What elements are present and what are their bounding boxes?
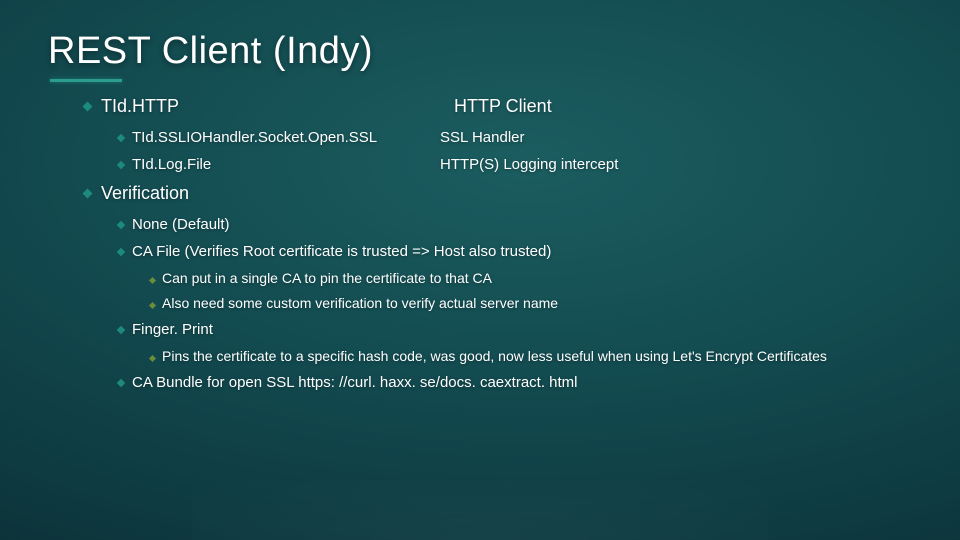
item-desc: HTTP Client	[454, 96, 912, 117]
list-item: Pins the certificate to a specific hash …	[150, 348, 912, 364]
list-item: TId.SSLIOHandler.Socket.Open.SSL SSL Han…	[118, 129, 912, 146]
item-label: Verification	[101, 183, 189, 204]
list-item: Can put in a single CA to pin the certif…	[150, 270, 912, 286]
item-label: Also need some custom verification to ve…	[162, 295, 558, 311]
item-desc: HTTP(S) Logging intercept	[440, 156, 912, 173]
bullet-icon	[117, 325, 125, 333]
bullet-icon	[83, 102, 93, 112]
bullet-icon	[149, 277, 156, 284]
list-item: Finger. Print Pins the certificate to a …	[118, 321, 912, 364]
item-label: None (Default)	[132, 216, 230, 233]
slide-title: REST Client (Indy)	[48, 30, 912, 73]
bullet-icon	[117, 220, 125, 228]
list-item: None (Default)	[118, 216, 912, 233]
item-label: Pins the certificate to a specific hash …	[162, 348, 827, 364]
title-underline	[50, 79, 122, 82]
item-label: Finger. Print	[132, 321, 213, 338]
list-item: Also need some custom verification to ve…	[150, 295, 912, 311]
bullet-icon	[117, 378, 125, 386]
list-item: Verification None (Default) CA File (Ver…	[84, 183, 912, 391]
list-item: CA File (Verifies Root certificate is tr…	[118, 243, 912, 311]
item-label: TId.HTTP	[101, 96, 179, 117]
bullet-list: TId.HTTP HTTP Client TId.SSLIOHandler.So…	[48, 96, 912, 391]
bullet-icon	[149, 302, 156, 309]
item-label: CA File (Verifies Root certificate is tr…	[132, 243, 551, 260]
list-item: TId.HTTP HTTP Client TId.SSLIOHandler.So…	[84, 96, 912, 173]
item-label: TId.SSLIOHandler.Socket.Open.SSL	[132, 129, 377, 146]
item-desc: SSL Handler	[440, 129, 912, 146]
list-item: CA Bundle for open SSL https: //curl. ha…	[118, 374, 912, 391]
item-label: TId.Log.File	[132, 156, 211, 173]
list-item: TId.Log.File HTTP(S) Logging intercept	[118, 156, 912, 173]
bullet-icon	[149, 355, 156, 362]
item-label: CA Bundle for open SSL https: //curl. ha…	[132, 374, 578, 391]
bullet-icon	[117, 160, 125, 168]
bullet-icon	[117, 133, 125, 141]
bullet-icon	[117, 247, 125, 255]
slide: REST Client (Indy) TId.HTTP HTTP Client …	[0, 0, 960, 425]
item-label: Can put in a single CA to pin the certif…	[162, 270, 492, 286]
bullet-icon	[83, 189, 93, 199]
